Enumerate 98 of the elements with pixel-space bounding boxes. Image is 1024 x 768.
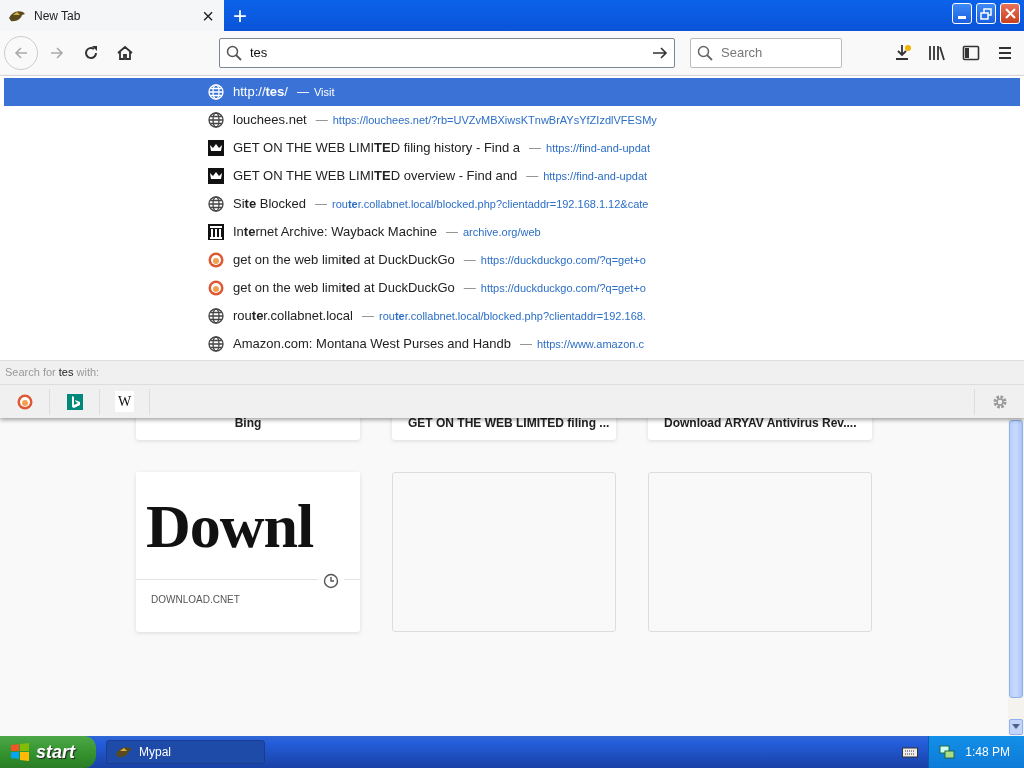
globe-icon — [208, 308, 224, 324]
separator-dash: — — [446, 224, 458, 241]
suggestion-url: https://duckduckgo.com/?q=get+o — [480, 280, 646, 296]
minimize-button[interactable] — [952, 3, 972, 24]
bing-logo-icon — [66, 393, 83, 410]
forward-arrow-icon — [49, 45, 65, 61]
suggestion-row[interactable]: Site Blocked — router.collabnet.local/blocked.php?clientaddr=192.168.1.12&cate — [4, 190, 1020, 218]
tile-title: Bing — [233, 415, 263, 432]
separator-dash: — — [296, 84, 309, 101]
home-icon — [117, 45, 133, 61]
site-tile[interactable]: Downl DOWNLOAD.CNET — [136, 472, 360, 632]
search-field[interactable]: Search — [690, 38, 842, 68]
suggestion-title: http://tes/ — [233, 83, 288, 102]
tile-title: Download ARYAV Antivirus Rev.... — [663, 415, 858, 432]
suggestion-title: Internet Archive: Wayback Machine — [233, 223, 437, 242]
library-icon — [928, 45, 946, 61]
tab-close-button[interactable]: × — [200, 5, 216, 26]
separator-dash: — — [526, 168, 539, 185]
scroll-down-button[interactable] — [1009, 719, 1023, 735]
suggestion-title: Site Blocked — [233, 195, 306, 214]
separator-dash: — — [315, 196, 327, 213]
duck-icon — [16, 393, 33, 410]
suggestion-url: router.collabnet.local/blocked.php?clientaddr=192.168. — [379, 308, 646, 324]
crown-icon — [208, 140, 224, 156]
restore-icon — [980, 7, 992, 20]
suggestion-title: get on the web limited at DuckDuckGo — [233, 279, 455, 298]
minimize-icon — [958, 16, 966, 19]
duck-icon — [208, 280, 224, 296]
windows-logo-icon — [10, 743, 30, 761]
suggestion-url: https://duckduckgo.com/?q=get+o — [480, 252, 646, 268]
thumbnail-text: Downl — [136, 472, 360, 580]
separator-dash: — — [519, 336, 532, 353]
tab-title: New Tab — [34, 7, 81, 25]
keyboard-icon[interactable] — [902, 746, 919, 758]
new-tab-button[interactable]: + — [224, 0, 256, 31]
sidebar-icon — [962, 45, 980, 61]
address-field[interactable]: tes — [219, 38, 675, 68]
tile-label: DOWNLOAD.CNET — [151, 593, 241, 607]
network-icon[interactable] — [939, 744, 956, 760]
archive-icon — [208, 224, 224, 240]
search-with-label: Search for tes with: — [0, 360, 1024, 385]
suggestion-url: https://find-and-updat — [546, 140, 651, 156]
close-button[interactable] — [1000, 3, 1020, 24]
search-input[interactable]: Search — [719, 42, 835, 64]
search-icon — [226, 45, 242, 61]
down-arrow-icon — [1012, 724, 1020, 730]
wikipedia-button[interactable]: W — [100, 388, 150, 415]
suggestion-url: https://www.amazon.c — [536, 336, 644, 352]
search-icon — [697, 45, 713, 61]
separator-dash: — — [463, 280, 476, 297]
suggestion-row[interactable]: get on the web limited at DuckDuckGo — https://duckduckgo.com/?q=get+o — [4, 274, 1020, 302]
suggestion-row[interactable]: router.collabnet.local — router.collabnet.local/blocked.php?clientaddr=192.168. — [4, 302, 1020, 330]
duck-icon — [208, 252, 224, 268]
suggestion-url: https://find-and-updat — [543, 168, 648, 184]
bird-icon — [8, 8, 26, 23]
suggestion-row[interactable]: GET ON THE WEB LIMITED filing history - Find a — https://find-and-updat — [4, 134, 1020, 162]
suggestion-row[interactable]: Internet Archive: Wayback Machine — archive.org/web — [4, 218, 1020, 246]
visit-label: Visit — [313, 84, 335, 100]
menu-icon — [997, 45, 1013, 61]
suggestion-title: louchees.net — [233, 111, 307, 130]
address-input[interactable]: tes — [248, 42, 646, 64]
suggestion-row[interactable]: http://tes/ — Visit — [4, 78, 1020, 106]
bird-icon — [115, 745, 133, 759]
separator-dash: — — [362, 308, 374, 325]
go-arrow-icon[interactable] — [652, 45, 668, 61]
suggestion-title: router.collabnet.local — [233, 307, 353, 326]
download-icon — [894, 44, 912, 62]
globe-icon — [208, 336, 224, 352]
clock: 1:48 PM — [965, 744, 1010, 761]
suggestion-title: GET ON THE WEB LIMITED overview - Find and — [233, 167, 518, 186]
maximize-button[interactable] — [976, 3, 996, 24]
start-button[interactable]: start — [0, 736, 96, 768]
suggestion-row[interactable]: Amazon.com: Montana West Purses and Handb — https://www.amazon.c — [4, 330, 1020, 358]
suggestion-title: get on the web limited at DuckDuckGo — [233, 251, 455, 270]
globe-icon — [208, 112, 224, 128]
back-arrow-icon — [13, 45, 29, 61]
separator-dash: — — [315, 112, 328, 129]
suggestion-title: GET ON THE WEB LIMITED filing history - Find a — [233, 139, 521, 158]
suggestion-url: https://louchees.net/?rb=UVZvMBXiwsKTnwBrAYsYfZIzdlVFESMy — [332, 112, 657, 128]
clock-icon — [323, 573, 339, 589]
separator-dash: — — [529, 140, 542, 157]
crown-icon — [208, 168, 224, 184]
suggestion-row[interactable]: GET ON THE WEB LIMITED overview - Find and — https://find-and-updat — [4, 162, 1020, 190]
browser-tab[interactable]: New Tab × — [0, 0, 224, 31]
suggestion-url: router.collabnet.local/blocked.php?clientaddr=192.168.1.12&cate — [332, 196, 649, 212]
taskbar-button[interactable]: Mypal — [106, 740, 265, 764]
empty-tile[interactable] — [648, 472, 872, 632]
globe-icon — [208, 196, 224, 212]
close-icon — [1004, 8, 1016, 19]
suggestion-title: Amazon.com: Montana West Purses and Handb — [233, 335, 511, 354]
reload-icon — [83, 45, 99, 61]
suggestion-row[interactable]: louchees.net — https://louchees.net/?rb=UVZvMBXiwsKTnwBrAYsYfZIzdlVFESMy — [4, 106, 1020, 134]
globe-icon — [208, 84, 224, 100]
tile-title: GET ON THE WEB LIMITED filing ... — [407, 415, 611, 432]
separator-dash: — — [463, 252, 476, 269]
suggestion-row[interactable]: get on the web limited at DuckDuckGo — https://duckduckgo.com/?q=get+o — [4, 246, 1020, 274]
empty-tile[interactable] — [392, 472, 616, 632]
suggestion-url: archive.org/web — [463, 224, 541, 240]
